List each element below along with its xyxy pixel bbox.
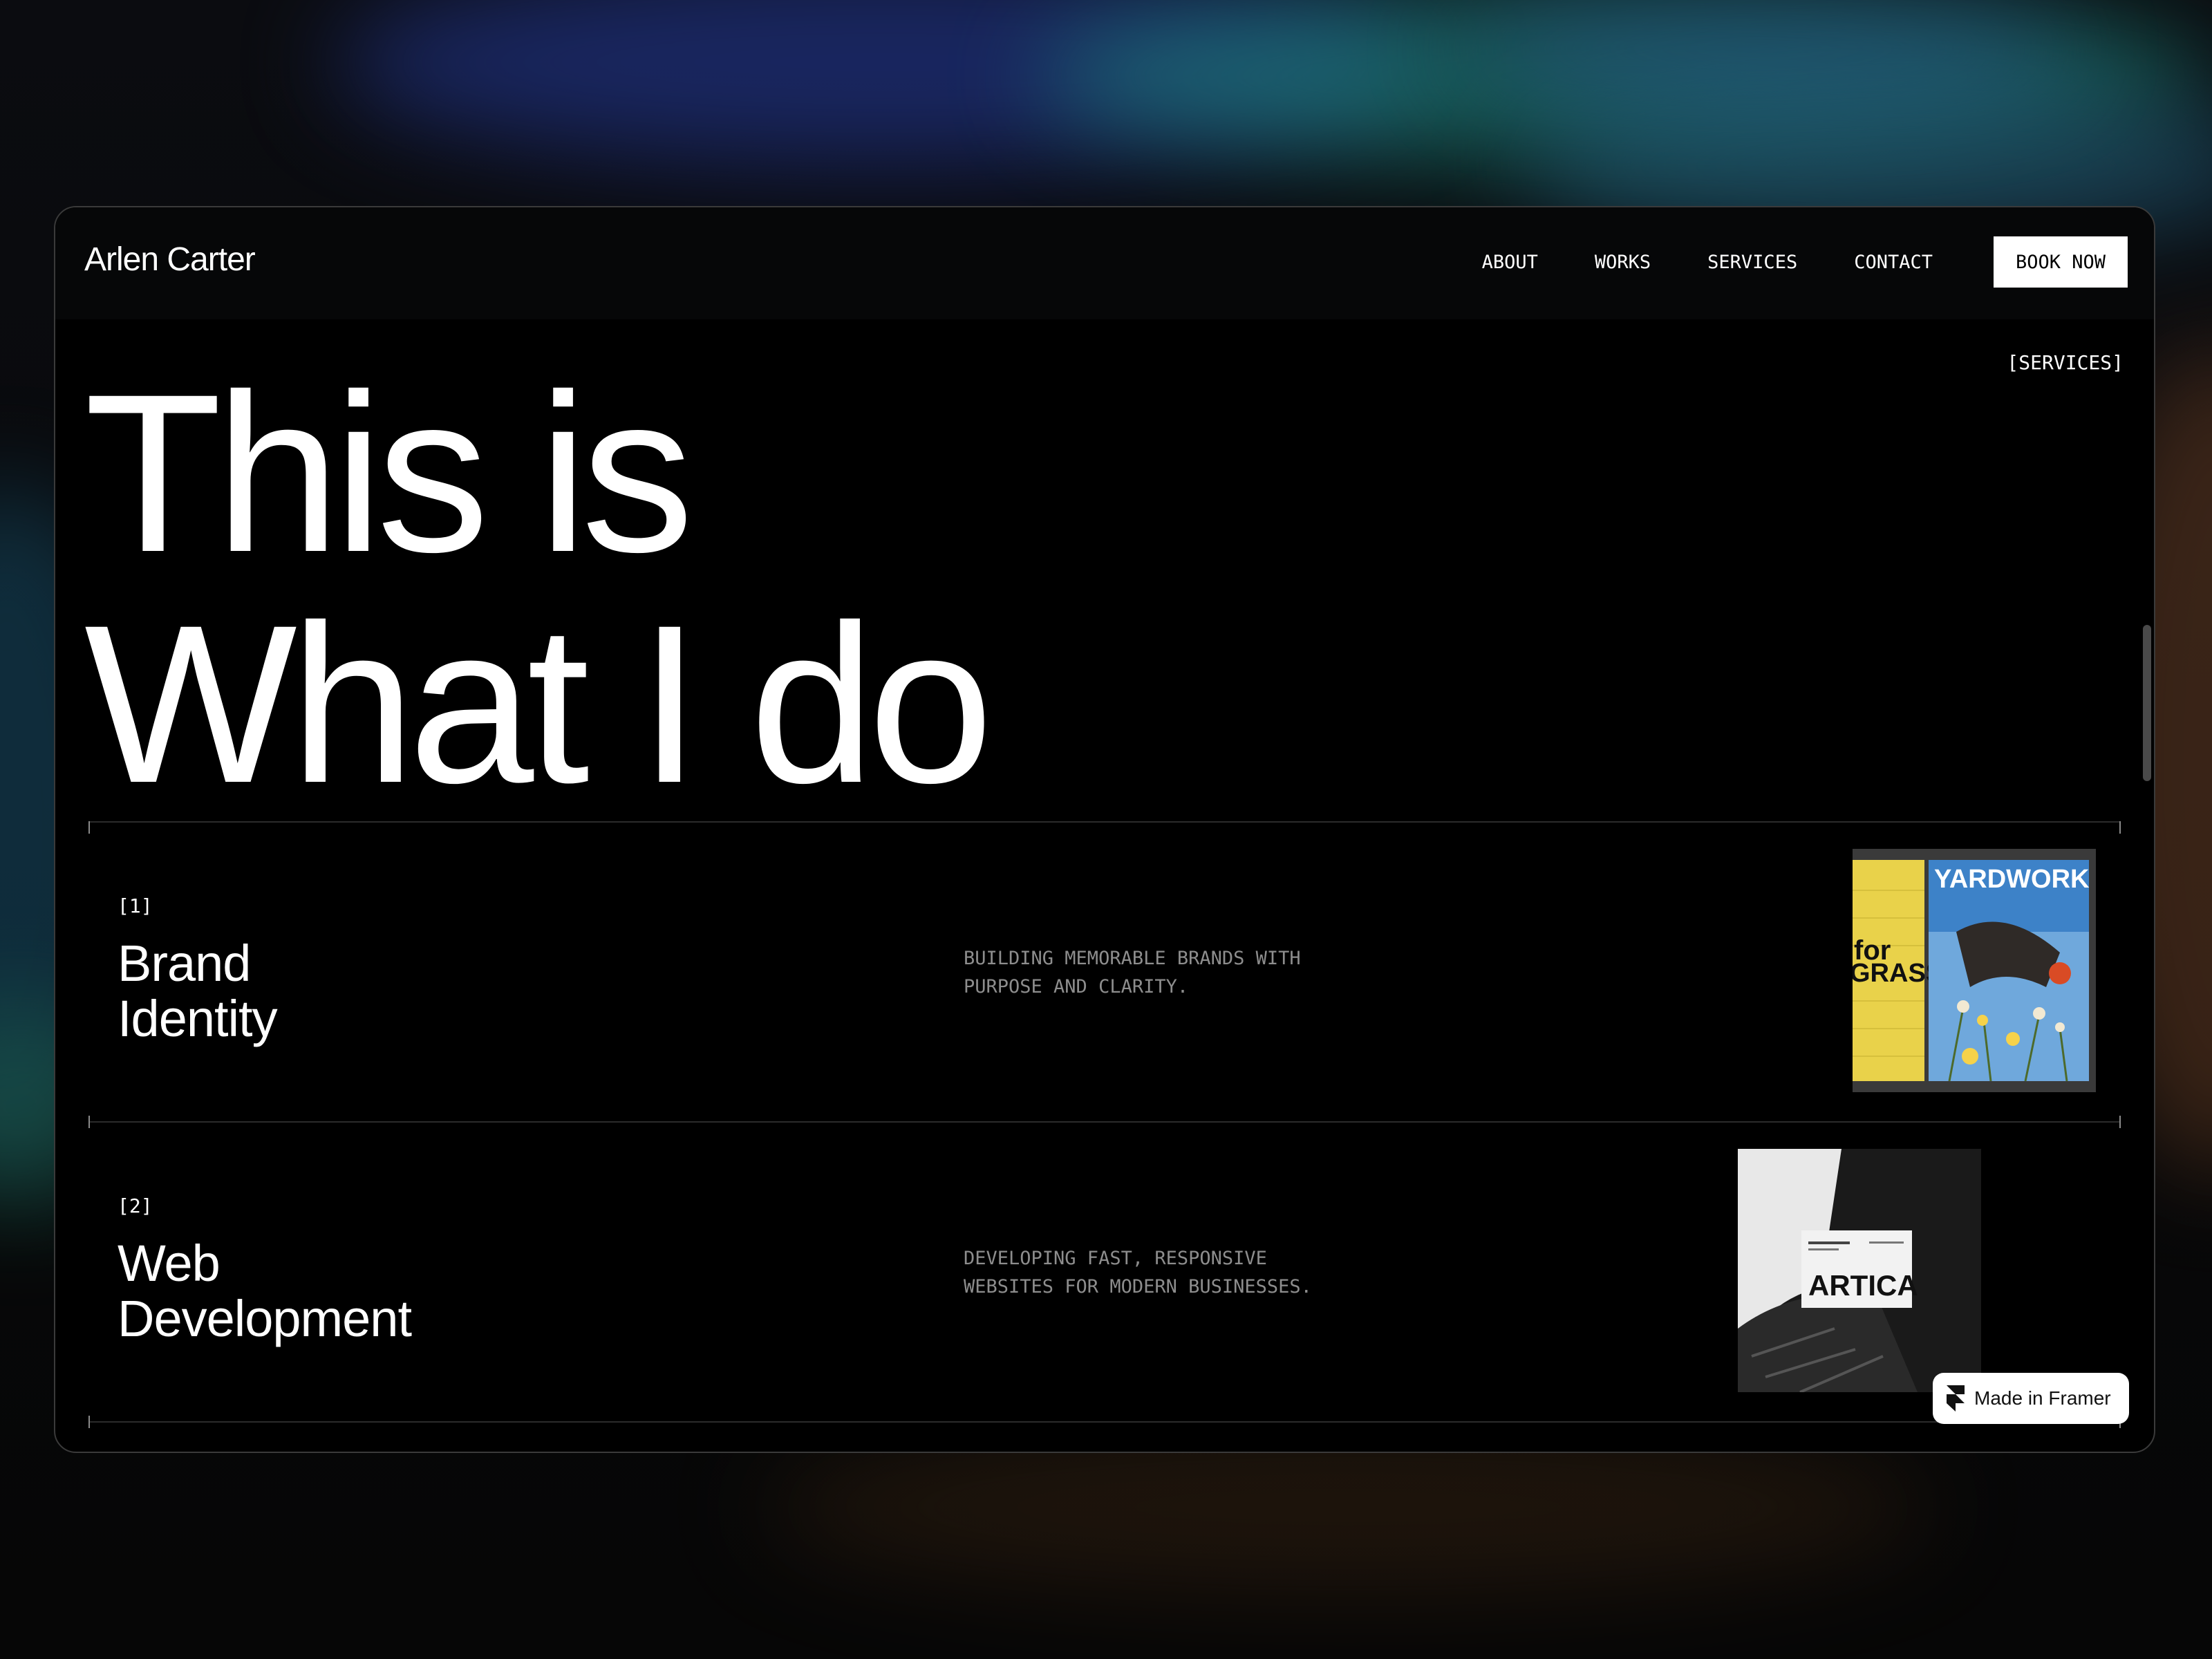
- framer-logo-icon: [1947, 1385, 1965, 1412]
- nav-links: ABOUT WORKS SERVICES CONTACT: [1482, 252, 1933, 273]
- scrollbar-thumb[interactable]: [2143, 625, 2151, 781]
- hero-line-1: This is: [84, 348, 694, 599]
- service-title-line-1: Web: [118, 1235, 221, 1292]
- nav-link-about[interactable]: ABOUT: [1482, 252, 1538, 273]
- nav-link-services[interactable]: SERVICES: [1707, 252, 1797, 273]
- service-item-web-development[interactable]: [2] Web Development DEVELOPING FAST, RES…: [55, 1123, 2154, 1421]
- site-header: Arlen Carter ABOUT WORKS SERVICES CONTAC…: [55, 207, 2154, 319]
- book-now-button[interactable]: BOOK NOW: [1994, 236, 2128, 288]
- service-title-line-2: Development: [118, 1290, 412, 1347]
- service-image-artica: ARTICA: [1738, 1149, 1981, 1394]
- brand-logo[interactable]: Arlen Carter: [84, 241, 256, 279]
- service-image-yardwork: for GRASS YARDWORK: [1850, 849, 2096, 1092]
- service-description: BUILDING MEMORABLE BRANDS WITH PURPOSE A…: [964, 948, 1301, 997]
- nav-link-works[interactable]: WORKS: [1595, 252, 1651, 273]
- section-tag: [SERVICES]: [2007, 351, 2124, 374]
- image-text-artica: ARTICA: [1808, 1269, 1918, 1302]
- image-text-yardwork: YARDWORK: [1934, 865, 2090, 894]
- nav-link-contact[interactable]: CONTACT: [1854, 252, 1933, 273]
- service-title: Web Development: [118, 1235, 412, 1347]
- hero-heading: This is What I do: [84, 358, 993, 820]
- service-title: Brand Identity: [118, 935, 278, 1047]
- hero-line-2: What I do: [84, 579, 993, 830]
- service-number: [1]: [118, 894, 153, 917]
- divider-bottom: [88, 1421, 2121, 1423]
- service-title-line-1: Brand: [118, 935, 251, 992]
- service-description: DEVELOPING FAST, RESPONSIVE WEBSITES FOR…: [964, 1248, 1312, 1297]
- service-title-line-2: Identity: [118, 990, 278, 1047]
- service-item-brand-identity[interactable]: [1] Brand Identity BUILDING MEMORABLE BR…: [55, 823, 2154, 1121]
- framer-badge-label: Made in Framer: [1974, 1387, 2111, 1409]
- browser-window: Arlen Carter ABOUT WORKS SERVICES CONTAC…: [54, 206, 2155, 1453]
- service-number: [2]: [118, 1194, 153, 1217]
- made-in-framer-badge[interactable]: Made in Framer: [1933, 1373, 2129, 1424]
